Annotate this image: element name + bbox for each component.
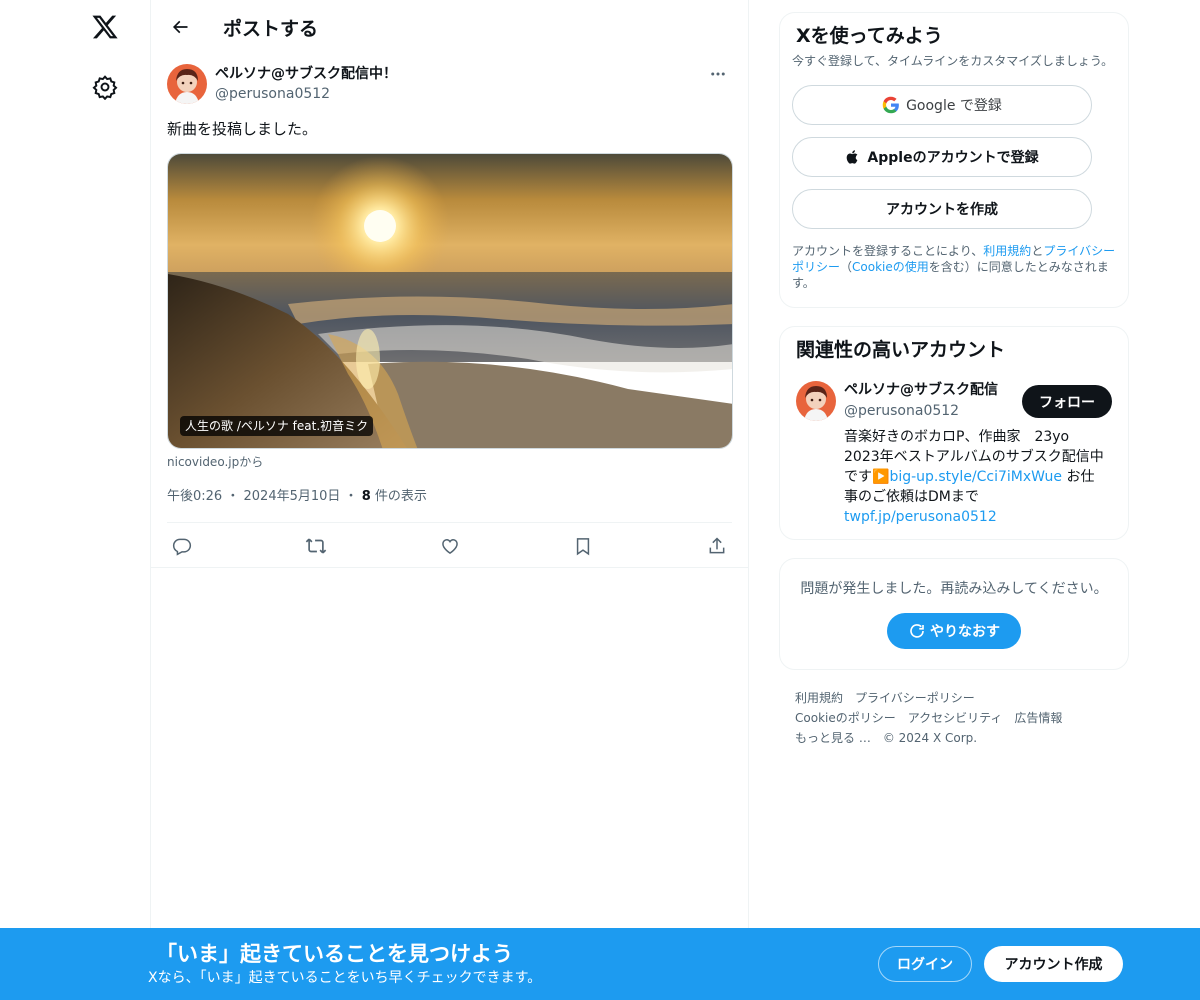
post-text: 新曲を投稿しました。 bbox=[167, 120, 318, 138]
bottom-subtitle: Xなら、「いま」起きていることをいち早くチェックできます。 bbox=[148, 970, 542, 986]
page-title: ポストする bbox=[223, 17, 319, 40]
footer-link[interactable]: 広告情報 bbox=[1014, 711, 1062, 725]
error-message: 問題が発生しました。再読み込みしてください。 bbox=[800, 581, 1108, 597]
back-arrow-icon[interactable] bbox=[165, 12, 195, 42]
retry-label: やりなおす bbox=[930, 624, 1000, 640]
legal-pre: アカウントを登録することにより、 bbox=[792, 244, 984, 258]
legal-notice: アカウントを登録することにより、利用規約とプライバシーポリシー（Cookieの使… bbox=[792, 243, 1116, 291]
footer-link[interactable]: アクセシビリティ bbox=[908, 711, 1003, 725]
login-button[interactable]: ログイン bbox=[878, 946, 972, 982]
create-account-label: アカウントを作成 bbox=[886, 202, 998, 218]
post-author: ペルソナ@サブスク配信中！ @perusona0512 bbox=[167, 64, 732, 104]
repost-icon[interactable] bbox=[305, 535, 327, 557]
sunset-beach-image bbox=[168, 154, 732, 448]
legal-mid: （ bbox=[840, 260, 853, 274]
related-accounts-card: 関連性の高いアカウント ペルソナ@サブスク配信 @perusona0512 音楽… bbox=[779, 326, 1129, 540]
google-signup-button[interactable]: Google で登録 bbox=[792, 85, 1092, 125]
gear-icon[interactable] bbox=[92, 74, 118, 101]
related-account[interactable]: ペルソナ@サブスク配信 @perusona0512 音楽好きのボカロP、作曲家 … bbox=[796, 381, 1112, 527]
related-bio: 音楽好きのボカロP、作曲家 23yo 2023年ベストアルバムのサブスク配信中で… bbox=[844, 427, 1106, 527]
retry-button[interactable]: やりなおす bbox=[887, 613, 1021, 649]
error-card: 問題が発生しました。再読み込みしてください。 やりなおす bbox=[779, 558, 1129, 670]
play-emoji: ▶️ bbox=[872, 469, 890, 485]
footer-link[interactable]: もっと見る … bbox=[795, 731, 871, 745]
x-logo-icon[interactable] bbox=[88, 10, 122, 44]
post-actions bbox=[151, 523, 748, 568]
footer-link[interactable]: 利用規約 bbox=[795, 691, 843, 705]
more-options-icon[interactable] bbox=[706, 64, 730, 84]
footer: 利用規約 プライバシーポリシー Cookieのポリシー アクセシビリティ 広告情報 も… bbox=[779, 670, 1129, 748]
bookmark-icon[interactable] bbox=[572, 535, 594, 557]
view-count: 8 bbox=[361, 489, 371, 504]
main-column: ポストする ペルソナ@サブスク配信中！ @perusona0512 新曲を投稿し… bbox=[150, 0, 749, 1000]
header: ポストする bbox=[151, 0, 748, 54]
cookie-link[interactable]: Cookieの使用 bbox=[852, 260, 929, 274]
signup-card: Xを使ってみよう 今すぐ登録して、タイムラインをカスタマイズしましょう。 Goo… bbox=[779, 12, 1129, 308]
share-icon[interactable] bbox=[706, 535, 728, 557]
author-info: ペルソナ@サブスク配信中！ @perusona0512 bbox=[215, 64, 397, 104]
left-nav bbox=[0, 0, 150, 1000]
apple-icon bbox=[845, 148, 861, 166]
bio-link[interactable]: big-up.style/Cci7iMxWue bbox=[889, 469, 1062, 485]
media-caption: 人生の歌 /ペルソナ feat.初音ミク bbox=[180, 416, 374, 436]
media-card[interactable]: 人生の歌 /ペルソナ feat.初音ミク bbox=[167, 153, 733, 449]
google-signup-label: Google で登録 bbox=[906, 98, 1002, 114]
copyright: © 2024 X Corp. bbox=[882, 731, 978, 745]
signup-subtitle: 今すぐ登録して、タイムラインをカスタマイズしましょう。 bbox=[792, 54, 1114, 68]
right-sidebar: Xを使ってみよう 今すぐ登録して、タイムラインをカスタマイズしましょう。 Goo… bbox=[779, 12, 1129, 748]
signup-button[interactable]: アカウント作成 bbox=[984, 946, 1123, 982]
avatar[interactable] bbox=[167, 64, 207, 104]
bio-link[interactable]: twpf.jp/perusona0512 bbox=[844, 509, 997, 525]
legal-and: と bbox=[1031, 244, 1044, 258]
bottom-signup-bar: 「いま」起きていることを見つけよう Xなら、「いま」起きていることをいち早くチェ… bbox=[0, 928, 1200, 1000]
post: ペルソナ@サブスク配信中！ @perusona0512 新曲を投稿しました。 人… bbox=[151, 64, 748, 568]
post-meta: 午後0:26 ・ 2024年5月10日 ・ 8 件の表示 bbox=[167, 488, 732, 523]
terms-link[interactable]: 利用規約 bbox=[983, 244, 1031, 258]
create-account-button[interactable]: アカウントを作成 bbox=[792, 189, 1092, 229]
media-source[interactable]: nicovideo.jpから bbox=[167, 454, 732, 470]
google-icon bbox=[882, 96, 900, 114]
apple-signup-label: Appleのアカウントで登録 bbox=[867, 150, 1039, 166]
meta-separator: ・ bbox=[226, 489, 240, 504]
avatar[interactable] bbox=[796, 381, 836, 421]
author-name[interactable]: ペルソナ@サブスク配信中！ bbox=[215, 64, 397, 84]
meta-separator: ・ bbox=[344, 489, 358, 504]
footer-link[interactable]: プライバシーポリシー bbox=[855, 691, 975, 705]
like-icon[interactable] bbox=[439, 535, 461, 557]
post-date[interactable]: 2024年5月10日 bbox=[244, 489, 341, 504]
post-time[interactable]: 午後0:26 bbox=[167, 489, 222, 504]
signup-title: Xを使ってみよう bbox=[796, 25, 943, 47]
author-handle[interactable]: @perusona0512 bbox=[215, 84, 397, 104]
reply-icon[interactable] bbox=[171, 535, 193, 557]
footer-link[interactable]: Cookieのポリシー bbox=[795, 711, 896, 725]
follow-button[interactable]: フォロー bbox=[1022, 385, 1112, 418]
apple-signup-button[interactable]: Appleのアカウントで登録 bbox=[792, 137, 1092, 177]
bottom-title: 「いま」起きていることを見つけよう bbox=[156, 942, 513, 966]
view-label: 件の表示 bbox=[370, 489, 427, 504]
refresh-icon bbox=[908, 622, 926, 640]
related-title: 関連性の高いアカウント bbox=[796, 339, 1006, 361]
